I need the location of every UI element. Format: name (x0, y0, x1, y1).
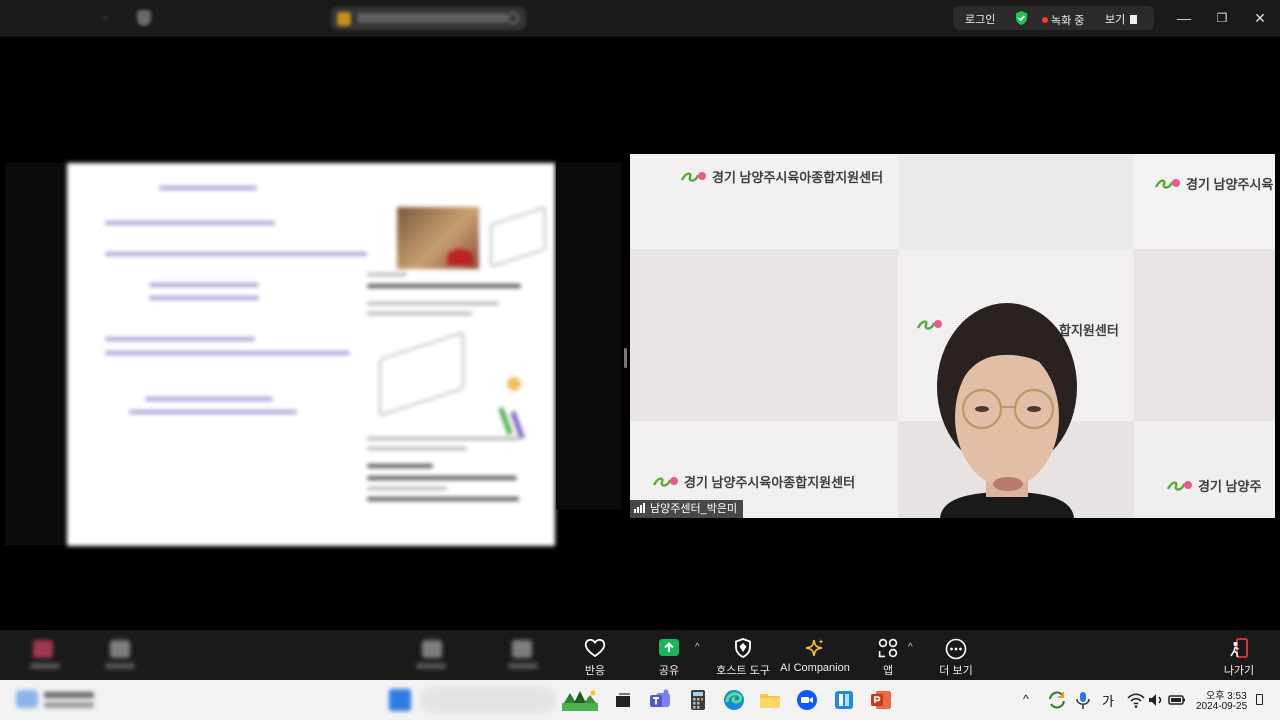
encryption-shield-icon[interactable] (1014, 10, 1029, 26)
close-button[interactable]: ✕ (1248, 7, 1272, 29)
security-icon (137, 10, 151, 26)
teams-icon[interactable] (648, 689, 672, 711)
video-gap (556, 163, 621, 509)
backdrop-watermark: 경기 남양주시육아종합지원센터 (680, 167, 883, 186)
meeting-title-blurred (357, 13, 507, 23)
recording-dot-icon (1042, 17, 1048, 23)
meeting-icon (337, 12, 351, 26)
host-tools-button[interactable]: 호스트 도구 (712, 638, 774, 678)
powerpoint-icon[interactable] (869, 689, 893, 711)
battery-icon[interactable] (1166, 689, 1190, 711)
shared-screen-area (0, 37, 556, 630)
ime-indicator[interactable]: 가 (1102, 691, 1114, 710)
blurred-taskbar-left (0, 680, 556, 720)
backdrop-watermark-bottom-right: 경기 남양주 (1166, 476, 1261, 495)
reactions-button[interactable]: 반응 (578, 638, 612, 678)
title-bar: ⌄ 로그인 녹화 중 보기 — ❐ ✕ (0, 0, 1280, 37)
shared-screen-letterbox (5, 163, 67, 546)
exit-door-icon (1230, 638, 1248, 658)
backdrop-watermark-partial: 경기 남양주시육 (1154, 174, 1273, 193)
more-button[interactable]: 더 보기 (939, 638, 973, 678)
minimize-button[interactable]: — (1172, 7, 1196, 29)
shared-slide-blurred (67, 163, 555, 546)
view-label: 보기 (1105, 14, 1126, 26)
apps-button[interactable]: 앱 (873, 638, 903, 678)
center-logo-icon (1154, 179, 1180, 189)
recording-indicator[interactable]: 녹화 중 (1042, 12, 1084, 28)
center-logo-icon (680, 172, 706, 182)
meeting-title-pill (331, 7, 526, 30)
edge-browser-icon[interactable] (722, 689, 746, 711)
zoom-app-icon[interactable] (795, 689, 819, 711)
heart-icon (584, 639, 606, 658)
share-options-caret-icon[interactable]: ^ (695, 642, 700, 653)
participant-name-tag: 남양주센터_박은미 (630, 500, 744, 519)
ai-companion-button[interactable]: AI Companion (780, 638, 850, 674)
share-button[interactable]: 공유 (652, 638, 686, 678)
view-button[interactable]: 보기 (1105, 11, 1138, 27)
share-screen-icon (659, 639, 679, 656)
clock-time[interactable]: 오후 3:53 (1206, 687, 1247, 702)
reader-app-icon[interactable] (832, 689, 856, 711)
screen: ⌄ 로그인 녹화 중 보기 — ❐ ✕ 경기 남양주시육아종합지원센터 경기 남… (0, 0, 1280, 720)
task-view-icon[interactable] (611, 689, 635, 711)
view-layout-icon (1130, 15, 1138, 24)
microphone-icon[interactable] (1072, 689, 1096, 711)
info-icon (507, 12, 519, 24)
recording-label: 녹화 중 (1051, 15, 1085, 27)
chevron-down-icon: ⌄ (101, 11, 110, 22)
panel-resize-handle[interactable] (624, 348, 627, 368)
clock-date[interactable]: 2024-09-25 (1196, 701, 1247, 712)
landscape-widget-icon[interactable] (562, 689, 598, 711)
leave-button[interactable]: 나가기 (1222, 638, 1256, 678)
calculator-icon[interactable] (686, 689, 710, 711)
app-logo (12, 7, 78, 27)
blurred-toolbar-left (0, 630, 556, 680)
login-button[interactable]: 로그인 (965, 11, 995, 27)
blurred-workplace-header: ⌄ (0, 0, 556, 37)
shield-icon (735, 638, 751, 658)
notification-icon[interactable] (1256, 694, 1263, 705)
show-hidden-icons-chevron-icon[interactable]: ^ (1023, 692, 1029, 706)
sync-icon[interactable] (1046, 689, 1070, 711)
more-icon (945, 638, 967, 660)
apps-options-caret-icon[interactable]: ^ (908, 642, 913, 653)
windows-taskbar: ^ 가 오후 3:53 2024-09-25 (0, 680, 1280, 720)
signal-strength-icon (634, 501, 646, 519)
backdrop-watermark-bottom: 경기 남양주시육아종합지원센터 (652, 472, 855, 491)
center-logo-icon (1166, 481, 1192, 491)
apps-icon (878, 638, 898, 658)
center-logo-icon (652, 477, 678, 487)
maximize-button[interactable]: ❐ (1210, 7, 1234, 29)
slide-photo (397, 207, 479, 269)
participant-name: 남양주센터_박은미 (650, 503, 738, 515)
participant-person (937, 303, 1077, 518)
sparkle-icon (805, 639, 824, 657)
file-explorer-icon[interactable] (758, 689, 782, 711)
meeting-status-pill: 로그인 녹화 중 보기 (953, 6, 1154, 30)
meeting-toolbar: 반응 공유 ^ 호스트 도구 AI Companion 앱 ^ 더 보기 나가기 (0, 630, 1280, 680)
